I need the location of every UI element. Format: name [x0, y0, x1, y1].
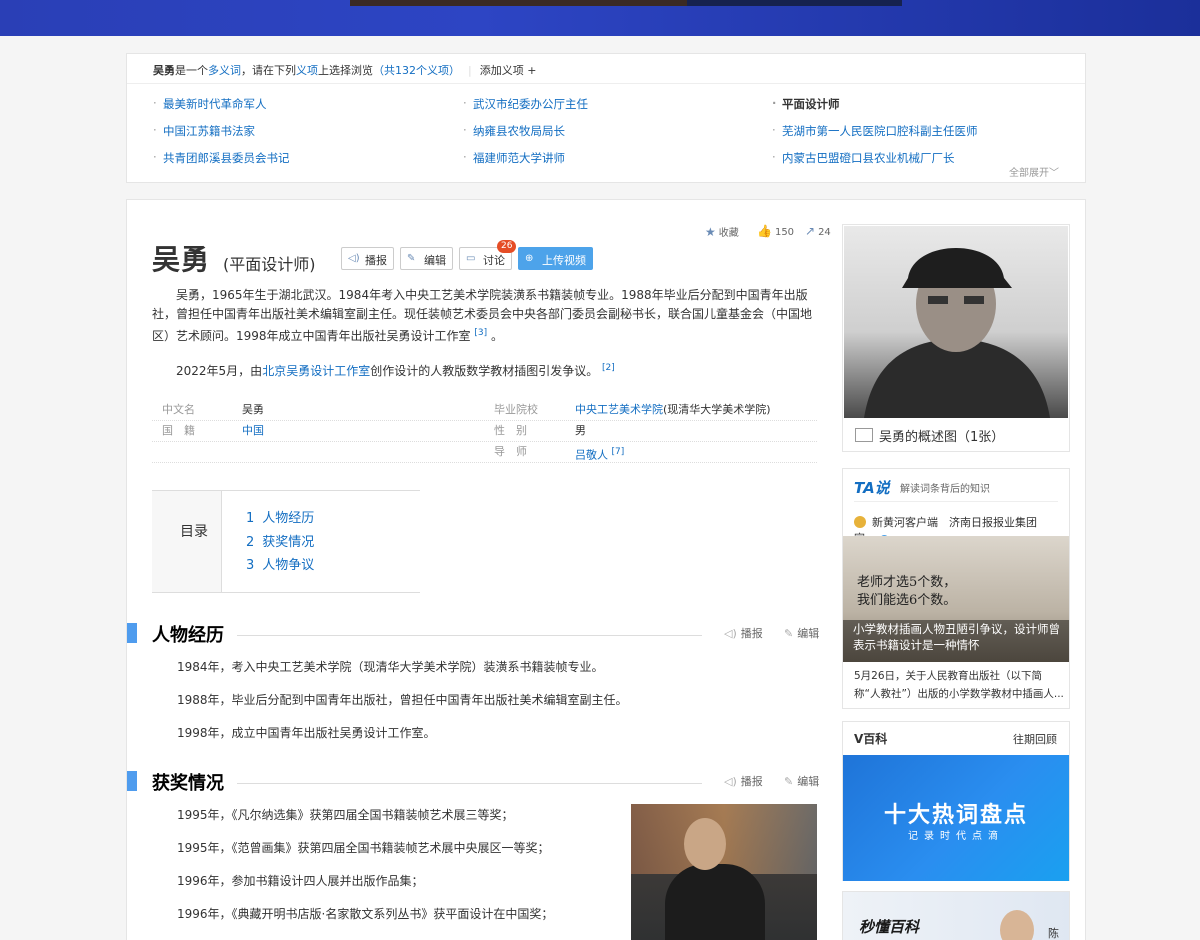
past-issues-link[interactable]: 往期回顾: [1013, 731, 1057, 747]
senses-grid: 最美新时代革命军人 武汉市纪委办公厅主任 平面设计师 中国江苏籍书法家 纳雍县农…: [127, 84, 1085, 182]
add-sense-button[interactable]: 添加义项 +: [480, 64, 537, 77]
studio-link[interactable]: 北京吴勇设计工作室: [262, 364, 370, 378]
ta-article-desc[interactable]: 5月26日，关于人民教育出版社（以下简称“人教社”）出版的小学数学教材中插画人.…: [854, 667, 1064, 703]
section-title: 获奖情况: [152, 769, 232, 795]
section-header: 获奖情况 ◁) 播报 ✎ 编辑: [127, 769, 827, 799]
reference-link[interactable]: [3]: [474, 328, 487, 338]
section-text: 1996年，参加书籍设计四人展并出版作品集；: [177, 874, 424, 888]
summary-paragraph: 2022年5月，由北京吴勇设计工作室创作设计的人教版数学教材插图引发争议。 [2…: [176, 363, 615, 378]
polysemant-box: 吴勇是一个多义词，请在下列义项上选择浏览（共132个义项）|添加义项 + 最美新…: [126, 53, 1086, 183]
vbaike-banner[interactable]: 十大热词盘点 记录时代点滴: [843, 755, 1069, 881]
polysemant-header: 吴勇是一个多义词，请在下列义项上选择浏览（共132个义项） | 添加义项 +: [127, 54, 1085, 84]
section-title: 人物经历: [152, 621, 232, 647]
collect-button[interactable]: ★ 收藏: [705, 224, 739, 239]
star-icon: ★: [705, 225, 716, 239]
handwriting-image-text: 老师才选5个数， 我们能选6个数。: [857, 575, 957, 608]
section-play-button[interactable]: ◁) 播报: [724, 773, 763, 789]
ta-article-title[interactable]: 小学教材插画人物丑陋引争议，设计师曾表示书籍设计是一种情怀: [853, 621, 1061, 653]
ta-article-image[interactable]: 老师才选5个数， 我们能选6个数。 小学教材插画人物丑陋引争议，设计师曾表示书籍设…: [843, 536, 1069, 662]
page-title: 吴勇: [152, 243, 211, 276]
sense-item[interactable]: 芜湖市第一人民医院口腔科副主任医师: [772, 123, 977, 139]
miaodong-card[interactable]: 秒懂百科 陈: [842, 891, 1070, 940]
top-banner: [0, 0, 1200, 36]
reference-link[interactable]: [7]: [612, 447, 625, 457]
source-avatar: [854, 516, 866, 528]
sense-item[interactable]: 最美新时代革命军人: [153, 96, 266, 112]
sense-item[interactable]: 纳雍县农牧局局长: [463, 123, 565, 139]
senses-link[interactable]: 义项: [296, 64, 318, 77]
basic-info-table: 中文名 吴勇 毕业院校 中央工艺美术学院(现清华大学美术学院) 国 籍 中国 性…: [152, 400, 817, 463]
comment-icon: ▭: [466, 253, 476, 264]
section-edit-button[interactable]: ✎ 编辑: [784, 625, 819, 641]
section-text: 1984年，考入中央工艺美术学院（现清华大学美术学院）装潢系书籍装帧专业。: [177, 660, 604, 674]
section-header: 人物经历 ◁) 播报 ✎ 编辑: [127, 621, 827, 651]
ta-shuo-card: TA说 解读词条背后的知识 新黄河客户端 济南日报报业集团官...● 老师才选5…: [842, 468, 1070, 709]
pencil-icon: ✎: [784, 627, 794, 640]
toc-item[interactable]: 2 获奖情况: [246, 531, 314, 550]
sense-item[interactable]: 内蒙古巴盟磴口县农业机械厂厂长: [772, 150, 954, 166]
speaker-icon: ◁): [724, 627, 737, 640]
play-audio-button[interactable]: ◁) 播报: [341, 247, 394, 270]
section-marker: [127, 771, 137, 791]
section-photo[interactable]: [631, 804, 817, 940]
nationality-link[interactable]: 中国: [242, 421, 264, 441]
miaodong-logo: 秒懂百科: [859, 918, 920, 936]
portrait-image: [864, 248, 1050, 418]
banner-image[interactable]: [350, 0, 902, 6]
toc-label: 目录: [152, 491, 222, 592]
mentor-link[interactable]: 吕敬人: [575, 449, 608, 462]
sense-item[interactable]: 福建师范大学讲师: [463, 150, 565, 166]
table-of-contents: 目录 1 人物经历 2 获奖情况 3 人物争议: [152, 490, 420, 593]
plus-circle-icon: ⊕: [525, 253, 534, 264]
toc-item[interactable]: 1 人物经历: [246, 507, 314, 526]
pencil-icon: ✎: [784, 775, 794, 788]
sense-item[interactable]: 武汉市纪委办公厅主任: [463, 96, 588, 112]
discuss-count-badge: 26: [497, 240, 517, 253]
edit-button[interactable]: ✎ 编辑: [400, 247, 453, 270]
polysemy-link[interactable]: 多义词: [208, 64, 241, 77]
reference-link[interactable]: [2]: [602, 363, 615, 373]
school-link[interactable]: 中央工艺美术学院: [575, 403, 663, 416]
section-text: 1998年，成立中国青年出版社吴勇设计工作室。: [177, 726, 436, 740]
portrait-photo[interactable]: [844, 226, 1068, 418]
basic-info-row: 中文名 吴勇 毕业院校 中央工艺美术学院(现清华大学美术学院): [152, 400, 817, 421]
basic-info-row: 导 师 吕敬人 [7]: [152, 442, 817, 463]
vbaike-card: V百科 往期回顾 十大热词盘点 记录时代点滴: [842, 721, 1070, 881]
expand-all-button[interactable]: 全部展开﹀: [1009, 164, 1059, 179]
sense-item-current: 平面设计师: [772, 96, 839, 112]
section-text: 1988年，毕业后分配到中国青年出版社，曾担任中国青年出版社美术编辑室副主任。: [177, 693, 628, 707]
section-edit-button[interactable]: ✎ 编辑: [784, 773, 819, 789]
section-marker: [127, 623, 137, 643]
thumb-up-icon: 👍: [757, 224, 772, 238]
share-button[interactable]: ↗ 24: [805, 224, 831, 238]
section-text: 1995年，《范曾画集》获第四届全国书籍装帧艺术展中央展区一等奖；: [177, 841, 550, 855]
ta-logo: TA说: [854, 479, 890, 497]
speaker-icon: ◁): [348, 253, 360, 264]
toc-item[interactable]: 3 人物争议: [246, 554, 314, 573]
term-name: 吴勇: [153, 64, 175, 77]
senses-count-link[interactable]: （共132个义项）: [373, 64, 460, 77]
chevron-down-icon: ﹀: [1049, 168, 1059, 179]
like-button[interactable]: 👍 150: [757, 224, 794, 238]
vbaike-title: V百科: [854, 732, 888, 746]
sense-item[interactable]: 中国江苏籍书法家: [153, 123, 255, 139]
section-text: 1996年，《典藏开明书店版·名家散文系列丛书》获平面设计在中国奖；: [177, 907, 554, 921]
summary-paragraph: 吴勇，1965年生于湖北武汉。1984年考入中央工艺美术学院装潢系书籍装帧专业。…: [152, 288, 813, 343]
basic-info-row: 国 籍 中国 性 别 男: [152, 421, 817, 442]
section-text: 1995年，《凡尔纳选集》获第四届全国书籍装帧艺术展三等奖；: [177, 808, 514, 822]
sense-item[interactable]: 共青团郎溪县委员会书记: [153, 150, 289, 166]
upload-video-button[interactable]: ⊕ 上传视频: [518, 247, 593, 270]
album-caption[interactable]: 吴勇的概述图（1张）: [843, 422, 1069, 450]
speaker-icon: ◁): [724, 775, 737, 788]
share-icon: ↗: [805, 224, 816, 238]
section-play-button[interactable]: ◁) 播报: [724, 625, 763, 641]
pencil-icon: ✎: [407, 253, 416, 264]
summary-album[interactable]: 吴勇的概述图（1张）: [842, 224, 1070, 452]
page-subtitle: (平面设计师): [223, 255, 316, 274]
picture-icon: [855, 428, 873, 442]
